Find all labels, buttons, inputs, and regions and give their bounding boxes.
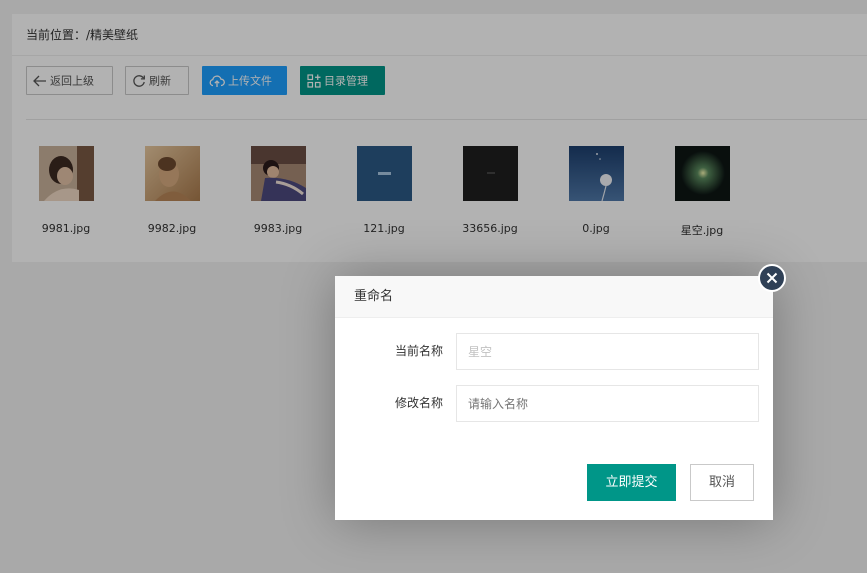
dialog-title: 重命名: [335, 276, 773, 318]
current-name-row: 当前名称: [335, 333, 773, 370]
new-name-row: 修改名称: [335, 385, 773, 422]
rename-dialog: 重命名 当前名称 修改名称 立即提交 取消: [335, 264, 786, 520]
submit-button[interactable]: 立即提交: [587, 464, 676, 501]
new-name-input[interactable]: [456, 385, 759, 422]
cancel-button[interactable]: 取消: [690, 464, 754, 501]
current-name-input[interactable]: [456, 333, 759, 370]
close-button[interactable]: [758, 264, 786, 292]
current-name-label: 当前名称: [394, 344, 443, 358]
new-name-label: 修改名称: [394, 396, 443, 410]
close-icon: [766, 272, 778, 284]
